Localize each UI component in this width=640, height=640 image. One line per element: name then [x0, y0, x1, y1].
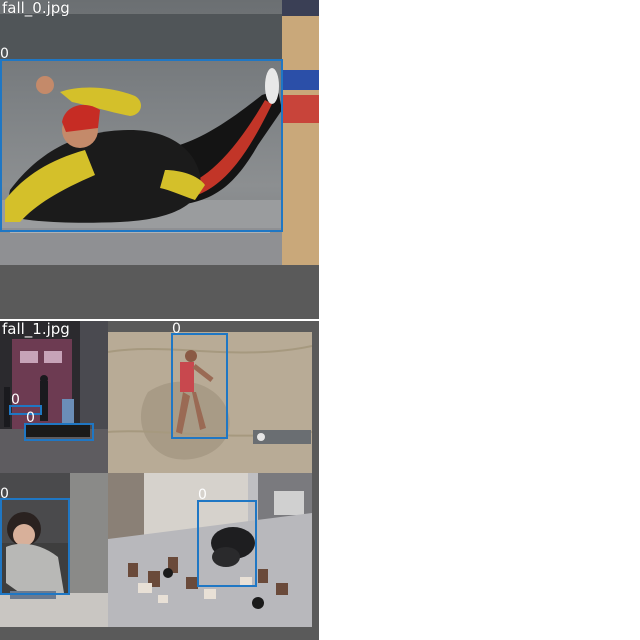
detection-box: [0, 498, 70, 595]
detection-class-label: 0: [26, 410, 35, 426]
detection-class-label: 0: [198, 487, 207, 503]
detection-class-label: 0: [0, 46, 9, 62]
result-tile-fall-0: fall_0.jpg 0: [0, 0, 319, 319]
image-filename: fall_1.jpg: [2, 321, 70, 338]
image-filename: fall_0.jpg: [2, 0, 70, 17]
detection-class-label: 0: [172, 321, 181, 337]
detection-class-label: 0: [0, 486, 9, 502]
result-tile-fall-1: fall_1.jpg 0 0 0 0 0: [0, 321, 319, 640]
detection-box: [0, 59, 283, 232]
detection-box: [171, 333, 228, 439]
detection-class-label: 0: [11, 392, 20, 408]
detection-box: [197, 500, 257, 587]
